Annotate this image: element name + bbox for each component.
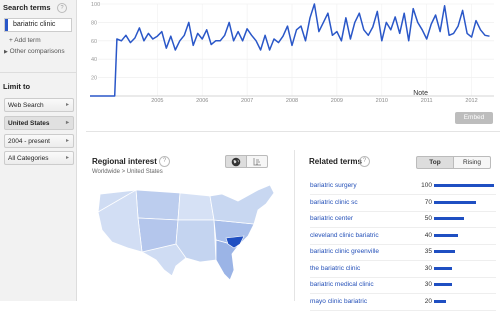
- related-term-bar: [434, 266, 452, 270]
- x-tick-label: 2009: [331, 98, 343, 104]
- series-line: [90, 3, 490, 97]
- related-term-value: 35: [424, 248, 432, 255]
- filter-label: All Categories: [8, 155, 49, 162]
- y-tick-label: 20: [91, 76, 97, 82]
- chevron-icon: ▸: [65, 120, 69, 126]
- x-tick-label: 2010: [376, 98, 388, 104]
- x-tick-label: 2012: [465, 98, 477, 104]
- related-term-value: 70: [424, 198, 432, 206]
- related-term-bar: [434, 283, 452, 286]
- related-term-row[interactable]: bariatric clinic sc 70: [310, 197, 500, 212]
- related-term-link[interactable]: bariatric clinic greenville: [310, 248, 379, 255]
- help-icon[interactable]: ?: [159, 156, 170, 167]
- x-tick-label: 2008: [286, 98, 298, 104]
- related-term-link[interactable]: bariatric center: [310, 215, 353, 222]
- x-tick-label: 2005: [151, 98, 163, 104]
- regional-interest-title: Regional interest: [92, 157, 157, 166]
- us-map[interactable]: [92, 180, 282, 295]
- filter-label: Web Search: [8, 102, 44, 109]
- column-divider: [294, 150, 295, 301]
- other-comparisons-label: Other comparisons: [9, 48, 65, 55]
- row-divider: [310, 227, 496, 228]
- search-term-field[interactable]: bariatric clinic: [4, 18, 72, 32]
- related-term-row[interactable]: bariatric surgery 100: [310, 180, 500, 195]
- related-term-link[interactable]: cleveland clinic bariatric: [310, 232, 379, 239]
- related-term-row[interactable]: bariatric center 50: [310, 213, 500, 228]
- related-term-row[interactable]: bariatric medical clinic 30: [310, 279, 500, 294]
- us-map-region[interactable]: [135, 189, 181, 221]
- related-term-value: 30: [424, 264, 432, 272]
- row-divider: [310, 309, 496, 311]
- row-divider: [310, 210, 496, 212]
- related-term-bar: [434, 233, 458, 237]
- note-annotation[interactable]: Note: [413, 90, 428, 97]
- tab-top[interactable]: Top: [416, 156, 454, 169]
- divider: [0, 72, 76, 73]
- chevron-icon: ▸: [65, 155, 69, 161]
- filter-label: United States: [8, 120, 50, 127]
- row-divider: [310, 260, 496, 261]
- add-term-link[interactable]: + Add term: [9, 37, 41, 44]
- related-term-bar: [434, 200, 476, 204]
- related-term-row[interactable]: the bariatric clinic 30: [310, 263, 500, 278]
- search-term-text: bariatric clinic: [13, 21, 56, 28]
- y-tick-label: 60: [91, 39, 97, 45]
- tab-rising[interactable]: Rising: [453, 156, 491, 169]
- us-map-region[interactable]: [209, 184, 275, 225]
- related-term-row[interactable]: cleveland clinic bariatric 40: [310, 230, 500, 245]
- list-view-button[interactable]: [246, 155, 268, 168]
- filter-location[interactable]: United States ▸: [4, 116, 74, 130]
- related-term-bar: [434, 250, 455, 253]
- triangle-right-icon: ▶: [4, 49, 8, 55]
- filter-category[interactable]: All Categories ▸: [4, 151, 74, 165]
- filter-web-search[interactable]: Web Search ▸: [4, 98, 74, 112]
- help-icon[interactable]: ?: [359, 156, 370, 167]
- chevron-icon: ▸: [65, 102, 69, 108]
- related-term-bar: [434, 299, 446, 303]
- other-comparisons-link[interactable]: ▶ Other comparisons: [4, 48, 65, 55]
- section-divider: [86, 131, 500, 132]
- filter-label: 2004 - present: [8, 138, 50, 145]
- embed-button[interactable]: Embed: [455, 112, 493, 124]
- related-term-bar: [434, 217, 464, 220]
- row-divider: [310, 276, 496, 278]
- breadcrumb[interactable]: Worldwide > United States: [92, 169, 163, 175]
- row-divider: [310, 243, 496, 245]
- map-view-button[interactable]: [225, 155, 247, 168]
- help-icon[interactable]: ?: [57, 3, 67, 13]
- y-tick-label: 100: [91, 2, 100, 8]
- related-term-row[interactable]: bariatric clinic greenville 35: [310, 246, 500, 261]
- related-term-bar: [434, 184, 494, 187]
- row-divider: [310, 194, 496, 195]
- row-divider: [310, 293, 496, 294]
- related-term-link[interactable]: bariatric medical clinic: [310, 281, 374, 288]
- x-tick-label: 2007: [241, 98, 253, 104]
- filter-time-range[interactable]: 2004 - present ▸: [4, 134, 74, 148]
- interest-over-time-chart: 100 80 60 40 20 2005 2006 2007 2008 2009 2010 2011 2…: [90, 2, 494, 104]
- limit-to-heading: Limit to: [3, 82, 31, 91]
- related-term-value: 20: [424, 297, 432, 305]
- related-term-value: 50: [424, 215, 432, 222]
- related-term-value: 100: [421, 182, 432, 189]
- related-term-link[interactable]: mayo clinic bariatric: [310, 298, 367, 305]
- x-tick-label: 2006: [196, 98, 208, 104]
- related-term-value: 30: [424, 281, 432, 288]
- y-tick-label: 80: [91, 20, 97, 26]
- globe-icon: [231, 157, 241, 167]
- related-terms-title: Related terms: [309, 157, 362, 166]
- search-terms-heading: Search terms: [3, 3, 51, 12]
- related-term-link[interactable]: the bariatric clinic: [310, 265, 360, 272]
- y-tick-label: 40: [91, 57, 97, 63]
- related-term-value: 40: [424, 231, 432, 239]
- chevron-icon: ▸: [65, 138, 69, 144]
- term-color-marker: [5, 19, 8, 31]
- related-term-link[interactable]: bariatric clinic sc: [310, 199, 358, 206]
- us-map-region[interactable]: [177, 192, 215, 221]
- sidebar: Search terms ? bariatric clinic + Add te…: [0, 0, 77, 301]
- related-term-row[interactable]: mayo clinic bariatric 20: [310, 296, 500, 311]
- related-term-link[interactable]: bariatric surgery: [310, 182, 357, 189]
- list-icon: [253, 158, 261, 166]
- x-tick-label: 2011: [421, 98, 433, 104]
